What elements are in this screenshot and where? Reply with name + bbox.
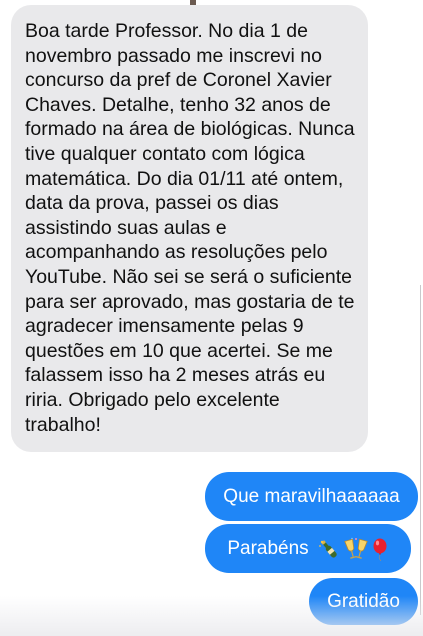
outgoing-message-bubble[interactable]: Gratidão xyxy=(309,578,418,625)
chat-thread: Boa tarde Professor. No dia 1 de novembr… xyxy=(0,0,423,636)
incoming-message-bubble[interactable]: Boa tarde Professor. No dia 1 de novembr… xyxy=(11,5,368,452)
balloon-icon xyxy=(373,538,387,561)
outgoing-message-bubble[interactable]: Que maravilhaaaaaa xyxy=(205,472,418,521)
divider xyxy=(420,285,421,615)
champagne-bottle-icon xyxy=(318,539,337,558)
clinking-glasses-icon xyxy=(343,537,368,559)
outgoing-message-text: Que maravilhaaaaaa xyxy=(223,485,400,507)
emoji-group xyxy=(317,537,389,561)
incoming-message-text: Boa tarde Professor. No dia 1 de novembr… xyxy=(25,20,355,436)
outgoing-message-text: Gratidão xyxy=(327,590,400,612)
outgoing-message-bubble[interactable]: Parabéns xyxy=(205,524,411,573)
outgoing-message-text: Parabéns xyxy=(227,537,309,559)
